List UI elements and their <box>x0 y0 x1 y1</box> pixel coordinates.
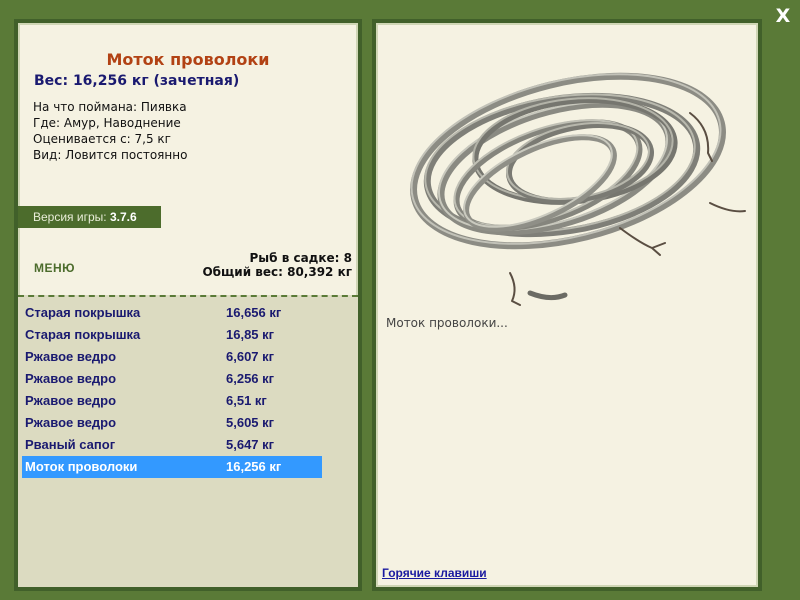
wire-coil-image <box>410 72 746 306</box>
catch-item-weight: 6,256 кг <box>226 371 275 386</box>
catch-list-item-selected[interactable]: Моток проволоки 16,256 кг <box>22 456 322 478</box>
catch-item-name: Ржавое ведро <box>25 371 117 386</box>
version-label: Версия игры: <box>33 210 107 224</box>
catch-list-item[interactable]: Ржавое ведро 5,605 кг <box>22 412 322 434</box>
catch-list: Старая покрышка 16,656 кг Старая покрышк… <box>18 295 358 587</box>
catch-item-name: Ржавое ведро <box>25 393 117 408</box>
catch-item-weight: 6,51 кг <box>226 393 267 408</box>
cage-stats: Рыб в садке: 8 Общий вес: 80,392 кг <box>202 251 352 279</box>
catch-item-weight: 16,256 кг <box>226 459 282 474</box>
catch-item-name: Рваный сапог <box>25 437 116 452</box>
preview-panel: Моток проволоки... Горячие клавиши <box>372 19 762 591</box>
catch-item-name: Старая покрышка <box>25 305 141 320</box>
catch-item-weight: 16,85 кг <box>226 327 275 342</box>
catch-item-weight: 5,647 кг <box>226 437 275 452</box>
catch-list-item[interactable]: Ржавое ведро 6,256 кг <box>22 368 322 390</box>
type-line: Вид: Ловится постоянно <box>33 148 188 162</box>
preview-caption: Моток проволоки... <box>386 316 508 330</box>
catch-list-item[interactable]: Ржавое ведро 6,607 кг <box>22 346 322 368</box>
catch-item-weight: 5,605 кг <box>226 415 275 430</box>
cage-count: Рыб в садке: 8 <box>249 251 353 265</box>
fish-info-panel: Моток проволоки Вес: 16,256 кг (зачетная… <box>14 19 362 591</box>
fish-title: Моток проволоки <box>106 50 270 69</box>
close-button[interactable]: X <box>770 4 796 28</box>
catch-item-name: Моток проволоки <box>25 459 138 474</box>
catch-item-name: Ржавое ведро <box>25 349 117 364</box>
version-value: 3.7.6 <box>109 210 137 224</box>
fish-weight: Вес: 16,256 кг (зачетная) <box>34 73 240 89</box>
catch-item-name: Ржавое ведро <box>25 415 117 430</box>
location-line: Где: Амур, Наводнение <box>33 116 181 130</box>
catch-list-item[interactable]: Старая покрышка 16,85 кг <box>22 324 322 346</box>
menu-button[interactable]: МЕНЮ <box>34 261 75 275</box>
catch-item-weight: 16,656 кг <box>226 305 282 320</box>
catch-item-name: Старая покрышка <box>25 327 141 342</box>
cage-total-weight: Общий вес: 80,392 кг <box>202 265 352 279</box>
catch-list-item[interactable]: Старая покрышка 16,656 кг <box>22 302 322 324</box>
game-version-badge: Версия игры: 3.7.6 <box>18 206 161 228</box>
bait-line: На что поймана: Пиявка <box>33 100 187 114</box>
hotkeys-link[interactable]: Горячие клавиши <box>382 566 487 580</box>
catch-list-item[interactable]: Ржавое ведро 6,51 кг <box>22 390 322 412</box>
rating-line: Оценивается с: 7,5 кг <box>33 132 171 146</box>
fish-details: На что поймана: Пиявка Где: Амур, Наводн… <box>33 99 187 163</box>
catch-item-weight: 6,607 кг <box>226 349 275 364</box>
catch-list-item[interactable]: Рваный сапог 5,647 кг <box>22 434 322 456</box>
